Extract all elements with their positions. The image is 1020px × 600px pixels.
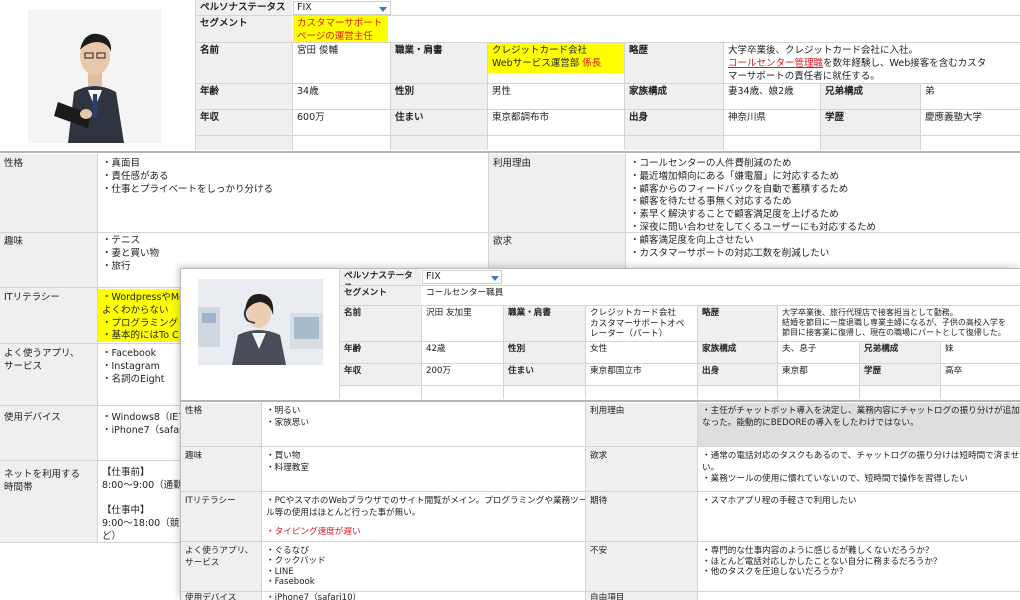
- persona-status-label-2: ペルソナステータス: [340, 269, 421, 285]
- segment-label-2: セグメント: [340, 286, 421, 305]
- career-value: 大学卒業後、クレジットカード会社に入社。 コールセンター管理職を数年経験し、We…: [728, 45, 987, 82]
- siblings-value-2: 妹: [945, 344, 954, 354]
- desire-label-2: 欲求: [586, 447, 697, 491]
- job-label: 職業・肩書: [391, 43, 487, 83]
- net-time-label: ネットを利用する 時間帯: [0, 461, 97, 542]
- it-list: ・WordpressやMe よくわからない ・プログラミング ・基本的にはTo C: [98, 289, 180, 342]
- hobby-label: 趣味: [0, 233, 97, 287]
- reason-list: ・コールセンターの人件費削減のため ・最近増加傾向にある「嫌電層」に対応するため・…: [630, 158, 877, 232]
- home-label: 住まい: [391, 110, 487, 135]
- persona-status-value: FIX: [297, 2, 312, 13]
- age-value: 34歳: [297, 86, 319, 97]
- expect-label-2: 期待: [586, 492, 697, 541]
- job-label-2: 職業・肩書: [504, 306, 585, 341]
- name-label-2: 名前: [340, 306, 421, 341]
- home-label-2: 住まい: [504, 364, 585, 385]
- persona-status-label: ペルソナステータス: [196, 0, 292, 15]
- persona-photo-businessman: [28, 10, 161, 143]
- chevron-down-icon: [379, 7, 387, 12]
- persona-status-select-2[interactable]: FIX: [422, 270, 502, 284]
- income-label-2: 年収: [340, 364, 421, 385]
- career-value-2: 大学卒業後、旅行代理店で接客担当として勤務。 結婚を節目に一度退職し専業主婦になる…: [782, 308, 1006, 337]
- persona-status-value-2: FIX: [426, 271, 441, 282]
- income-value: 600万: [297, 112, 325, 123]
- origin-label-2: 出身: [698, 364, 777, 385]
- apps-label: よく使うアプリ、 サービス: [0, 344, 97, 405]
- anxiety-list-2: ・専門的な仕事内容のように感じるが難しくないだろうか？ ・ほとんど電話対応しかした…: [702, 546, 942, 578]
- edu-value: 慶應義塾大学: [925, 112, 983, 123]
- segment-value-2: コールセンター職員: [426, 288, 504, 298]
- origin-value-2: 東京都: [782, 366, 808, 376]
- desire-label: 欲求: [489, 233, 625, 268]
- career-label-2: 略歴: [698, 306, 777, 341]
- age-label-2: 年齢: [340, 342, 421, 363]
- persona-sheet-2: ペルソナステータス FIX セグメント コールセンター職員 名前 沢田 友加里 …: [180, 268, 1020, 600]
- net-time-list: 【仕事前】8:00～9:00（通勤 【仕事中】9:00～18:00（競合ど）: [102, 467, 180, 542]
- desire-list: ・顧客満足度を向上させたい ・カスタマーサポートの対応工数を削減したい: [630, 235, 830, 259]
- edu-label-2: 学歴: [860, 364, 940, 385]
- family-value: 妻34歳、娘2歳: [728, 86, 794, 97]
- it-label: ITリテラシー: [0, 288, 97, 343]
- job-value-2: クレジットカード会社 カスタマーサポートオペ レーター（パート）: [590, 308, 685, 340]
- device-label-2: 使用デバイス: [181, 592, 261, 600]
- device-list: ・Windows8（IEで ・iPhone7（safari: [102, 412, 180, 436]
- hobby-label-2: 趣味: [181, 447, 261, 491]
- edu-value-2: 高卒: [945, 366, 963, 376]
- apps-list: ・Facebook ・Instagram ・名詞のEight: [102, 348, 165, 385]
- personality-label-2: 性格: [181, 403, 261, 446]
- home-value: 東京都調布市: [492, 112, 550, 123]
- anxiety-label-2: 不安: [586, 542, 697, 591]
- income-label: 年収: [196, 110, 292, 135]
- apps-label-2: よく使うアプリ、 サービス: [181, 542, 261, 591]
- name-label: 名前: [196, 43, 292, 83]
- personality-label: 性格: [0, 154, 97, 232]
- origin-label: 出身: [625, 110, 723, 135]
- family-label: 家族構成: [625, 84, 723, 109]
- personality-list-2: ・明るい ・家族思い: [266, 406, 309, 428]
- free-label-2: 自由項目: [586, 592, 697, 600]
- device-value-2: ・iPhone7（safari10）: [266, 593, 362, 600]
- it-list-2: ・PCやスマホのWebブラウザでのサイト閲覧がメイン。プログラミングや業務ツール…: [266, 496, 585, 538]
- expect-list-2: ・スマホアプリ程の手軽さで利用したい: [702, 496, 857, 506]
- name-value-2: 沢田 友加里: [426, 308, 472, 318]
- age-label: 年齢: [196, 84, 292, 109]
- segment-value: カスタマーサポートページの運営主任: [293, 16, 388, 42]
- siblings-value: 弟: [925, 86, 935, 97]
- it-label-2: ITリテラシー: [181, 492, 261, 541]
- family-value-2: 夫、息子: [782, 344, 817, 354]
- hobby-list-2: ・買い物 ・料理教室: [266, 451, 309, 473]
- desire-list-2: ・通常の電話対応のタスクもあるので、チャットログの振り分けは短時間で済ませた い。…: [702, 451, 1020, 485]
- siblings-label-2: 兄弟構成: [860, 342, 940, 363]
- reason-label-2: 利用理由: [586, 403, 697, 446]
- age-value-2: 42歳: [426, 344, 446, 354]
- reason-list-2: ・主任がチャットボット導入を決定し、業務内容にチャットログの振り分けが追加に なっ…: [698, 403, 1020, 446]
- gender-value-2: 女性: [590, 344, 608, 354]
- home-value-2: 東京都国立市: [590, 366, 642, 376]
- name-value: 宮田 俊輔: [297, 45, 339, 56]
- career-label: 略歴: [625, 43, 723, 83]
- family-label-2: 家族構成: [698, 342, 777, 363]
- persona-status-select[interactable]: FIX: [293, 1, 391, 15]
- income-value-2: 200万: [426, 366, 451, 376]
- device-label: 使用デバイス: [0, 406, 97, 460]
- gender-label: 性別: [391, 84, 487, 109]
- siblings-label: 兄弟構成: [821, 84, 920, 109]
- edu-label: 学歴: [821, 110, 920, 135]
- job-value: クレジットカード会社 Webサービス運営部 係長: [488, 43, 624, 73]
- reason-label: 利用理由: [489, 154, 625, 232]
- segment-label: セグメント: [196, 16, 292, 42]
- personality-list: ・真面目 ・責任感がある ・仕事とプライベートをしっかり分ける: [102, 158, 274, 195]
- chevron-down-icon: [491, 276, 499, 281]
- apps-list-2: ・ぐるなび ・クックパッド ・LINE ・Fasebook: [266, 546, 326, 587]
- gender-value: 男性: [492, 86, 512, 97]
- origin-value: 神奈川県: [728, 112, 767, 123]
- persona-photo-operator: [198, 279, 323, 365]
- gender-label-2: 性別: [504, 342, 585, 363]
